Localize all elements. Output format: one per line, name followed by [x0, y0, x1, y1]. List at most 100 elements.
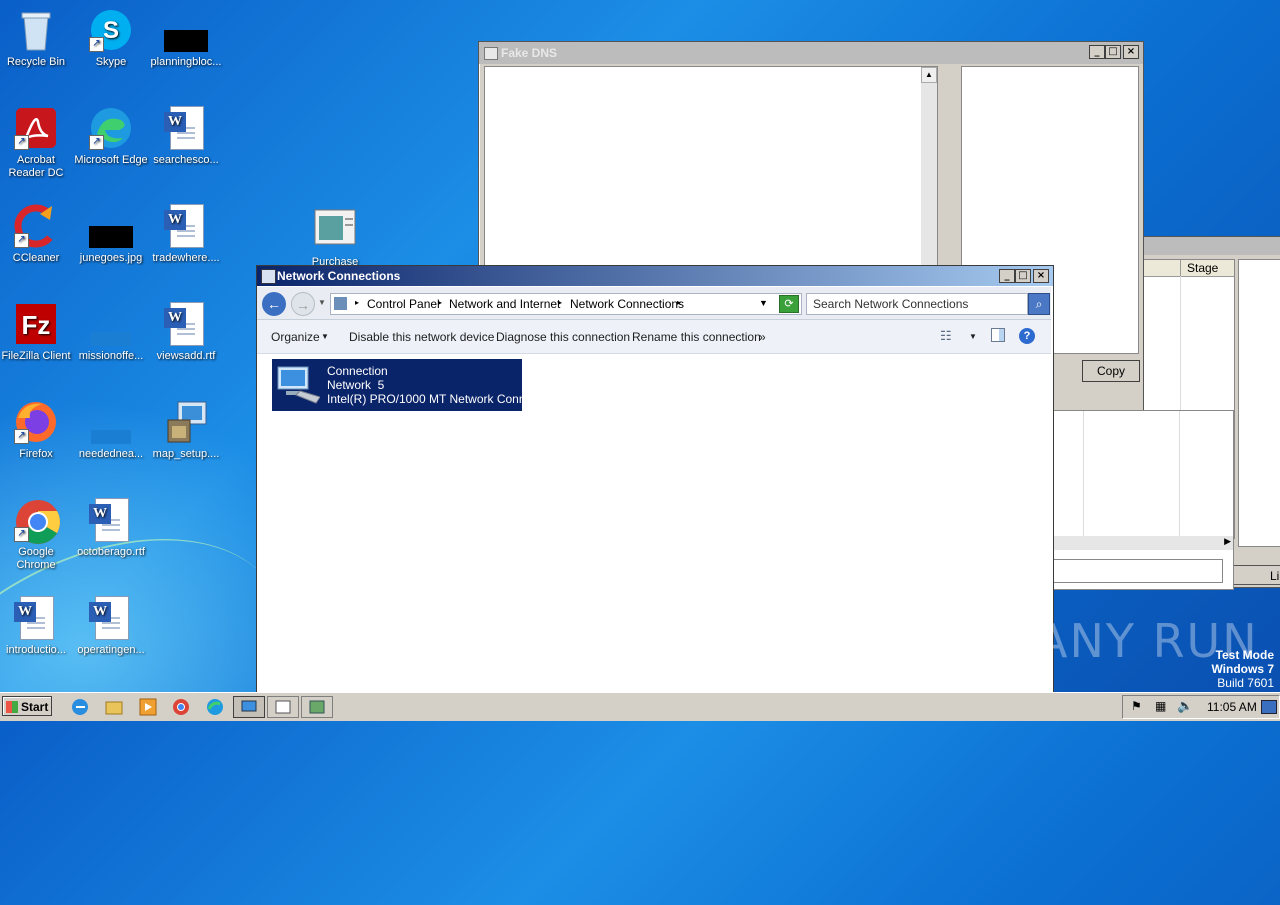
edge-taskbar-icon[interactable] — [205, 697, 227, 717]
icon-label: viewsadd.rtf — [156, 350, 216, 362]
desktop-icon-ccleaner[interactable]: ↗ CCleaner — [0, 204, 74, 265]
window-titlebar: Network Connections _ □ × — [257, 266, 1053, 286]
help-icon[interactable]: ? — [1019, 328, 1035, 344]
back-arrow-icon[interactable]: ← — [262, 292, 286, 316]
network-adapter-icon — [277, 366, 320, 404]
breadcrumb-network-connections[interactable]: Network Connections — [570, 297, 684, 311]
chevron-down-icon[interactable]: ▼ — [969, 332, 977, 341]
taskbar-app-window[interactable] — [301, 696, 333, 718]
icon-label: operatingen... — [77, 644, 145, 656]
column-header-stage[interactable]: Stage — [1180, 260, 1232, 276]
horizontal-scrollbar[interactable]: ▶ — [1053, 536, 1233, 550]
breadcrumb-control-panel[interactable]: Control Panel — [367, 297, 440, 311]
word-doc-icon: W — [89, 596, 133, 640]
preview-pane-icon[interactable] — [991, 328, 1005, 342]
close-icon[interactable]: × — [1123, 45, 1139, 59]
icon-label: map_setup.... — [152, 448, 220, 460]
diagnose-connection-button[interactable]: Diagnose this connection — [496, 330, 630, 344]
rename-connection-button[interactable]: Rename this connection — [632, 330, 761, 344]
forward-arrow-icon[interactable]: → — [291, 292, 315, 316]
start-button[interactable]: Start — [2, 696, 52, 716]
desktop-icon-firefox[interactable]: ↗ Firefox — [0, 400, 74, 461]
word-doc-icon: W — [164, 302, 208, 346]
address-bar[interactable]: ▸ Control Panel ▸ Network and Internet ▸… — [330, 293, 802, 315]
chevron-down-icon[interactable]: ▼ — [321, 332, 329, 341]
desktop-icon-junegoes[interactable]: junegoes.jpg — [73, 204, 149, 265]
desktop-icon-operatingen[interactable]: W operatingen... — [73, 596, 149, 657]
os-label: Windows 7 — [1211, 662, 1274, 676]
chevron-right-icon[interactable]: ▸ — [558, 298, 562, 307]
desktop-icon-purchase[interactable]: Purchase — [297, 208, 373, 269]
minimize-icon[interactable]: _ — [999, 269, 1015, 283]
organize-menu[interactable]: Organize — [271, 330, 320, 344]
desktop-icon-chrome[interactable]: ↗ Google Chrome — [0, 498, 74, 572]
text-field[interactable] — [1053, 559, 1223, 583]
minimize-icon[interactable]: _ — [1089, 45, 1105, 59]
maximize-icon[interactable]: □ — [1105, 45, 1121, 59]
desktop-icon-viewsadd[interactable]: W viewsadd.rtf — [148, 302, 224, 363]
icon-label: Google Chrome — [16, 546, 56, 571]
ccleaner-icon: ↗ — [14, 204, 58, 248]
copy-button[interactable]: Copy — [1082, 360, 1140, 382]
action-center-flag-icon[interactable]: ⚑ — [1131, 699, 1142, 713]
disable-device-button[interactable]: Disable this network device — [349, 330, 494, 344]
taskbar-network-connections[interactable] — [233, 696, 265, 718]
word-doc-icon: W — [164, 106, 208, 150]
desktop-icon-introductio[interactable]: W introductio... — [0, 596, 74, 657]
connection-network: Network 5 — [327, 378, 385, 392]
chrome-taskbar-icon[interactable] — [171, 697, 193, 717]
close-icon[interactable]: × — [1033, 269, 1049, 283]
desktop-icon-tradewhere[interactable]: W tradewhere.... — [148, 204, 224, 265]
chevron-right-icon[interactable]: ▸ — [438, 298, 442, 307]
desktop-icon-map-setup[interactable]: map_setup.... — [148, 400, 224, 461]
desktop-icon-octoberago[interactable]: W octoberago.rtf — [73, 498, 149, 559]
connection-adapter: Intel(R) PRO/1000 MT Network Conn... — [327, 392, 536, 406]
address-dropdown-icon[interactable]: ▼ — [759, 298, 768, 308]
taskbar-fake-dns[interactable] — [267, 696, 299, 718]
desktop-icon-missionoffe[interactable]: missionoffe... — [73, 302, 149, 363]
desktop-icon-acrobat[interactable]: ↗ Acrobat Reader DC — [0, 106, 74, 180]
list-button[interactable]: Li — [1233, 565, 1280, 585]
more-commands-button[interactable]: » — [759, 330, 766, 344]
search-input[interactable]: Search Network Connections — [806, 293, 1028, 315]
search-icon[interactable]: ⌕ — [1028, 293, 1050, 315]
icon-label: FileZilla Client — [1, 350, 71, 362]
window-title: Fake DNS — [501, 46, 558, 60]
window-titlebar: Fake DNS _ □ × — [479, 42, 1143, 64]
media-player-icon[interactable] — [138, 697, 160, 717]
icon-label: missionoffe... — [78, 350, 144, 362]
build-label: Build 7601 — [1217, 676, 1274, 690]
start-label: Start — [21, 700, 49, 714]
connection-item[interactable]: Connection Network 5 Intel(R) PRO/1000 M… — [272, 359, 536, 411]
history-dropdown-icon[interactable]: ▼ — [318, 298, 326, 307]
internet-explorer-icon[interactable] — [70, 697, 92, 717]
svg-text:S: S — [103, 17, 119, 44]
icon-label: CCleaner — [12, 252, 60, 264]
desktop-icon-recycle-bin[interactable]: Recycle Bin — [0, 8, 74, 69]
view-options-icon[interactable]: ☷ — [940, 328, 956, 344]
desktop-icon-filezilla[interactable]: Fz FileZilla Client — [0, 302, 74, 363]
desktop-icon-searchesco[interactable]: W searchesco... — [148, 106, 224, 167]
program-icon — [313, 208, 357, 252]
refresh-icon[interactable]: ⟳ — [779, 295, 799, 313]
breadcrumb-network-internet[interactable]: Network and Internet — [449, 297, 560, 311]
maximize-icon[interactable]: □ — [1015, 269, 1031, 283]
icon-label: introductio... — [6, 644, 66, 656]
icon-label: searchesco... — [153, 154, 219, 166]
folder-icon[interactable] — [104, 697, 126, 717]
side-panel — [1238, 259, 1280, 547]
desktop-icon-skype[interactable]: S ↗ Skype — [73, 8, 149, 69]
network-tray-icon[interactable]: ▦ — [1155, 699, 1166, 713]
network-connections-window: Network Connections _ □ × ← → ▼ ▸ Contro… — [256, 265, 1054, 694]
system-tray: ⚑ ▦ 🔈 11:05 AM — [1122, 695, 1280, 719]
desktop-icon-neededne[interactable]: neededneа... — [73, 400, 149, 461]
word-doc-icon: W — [14, 596, 58, 640]
chevron-right-icon[interactable]: ▸ — [677, 298, 681, 307]
show-desktop-icon[interactable] — [1261, 700, 1277, 714]
taskbar: Start ⚑ ▦ 🔈 11:05 AM — [0, 692, 1280, 721]
desktop-icon-planningbloc[interactable]: planningbloc... — [148, 8, 224, 69]
desktop-icon-edge[interactable]: ↗ Microsoft Edge — [73, 106, 149, 167]
volume-icon[interactable]: 🔈 — [1177, 698, 1193, 714]
control-panel-icon — [334, 297, 347, 310]
clock[interactable]: 11:05 AM — [1207, 700, 1257, 714]
